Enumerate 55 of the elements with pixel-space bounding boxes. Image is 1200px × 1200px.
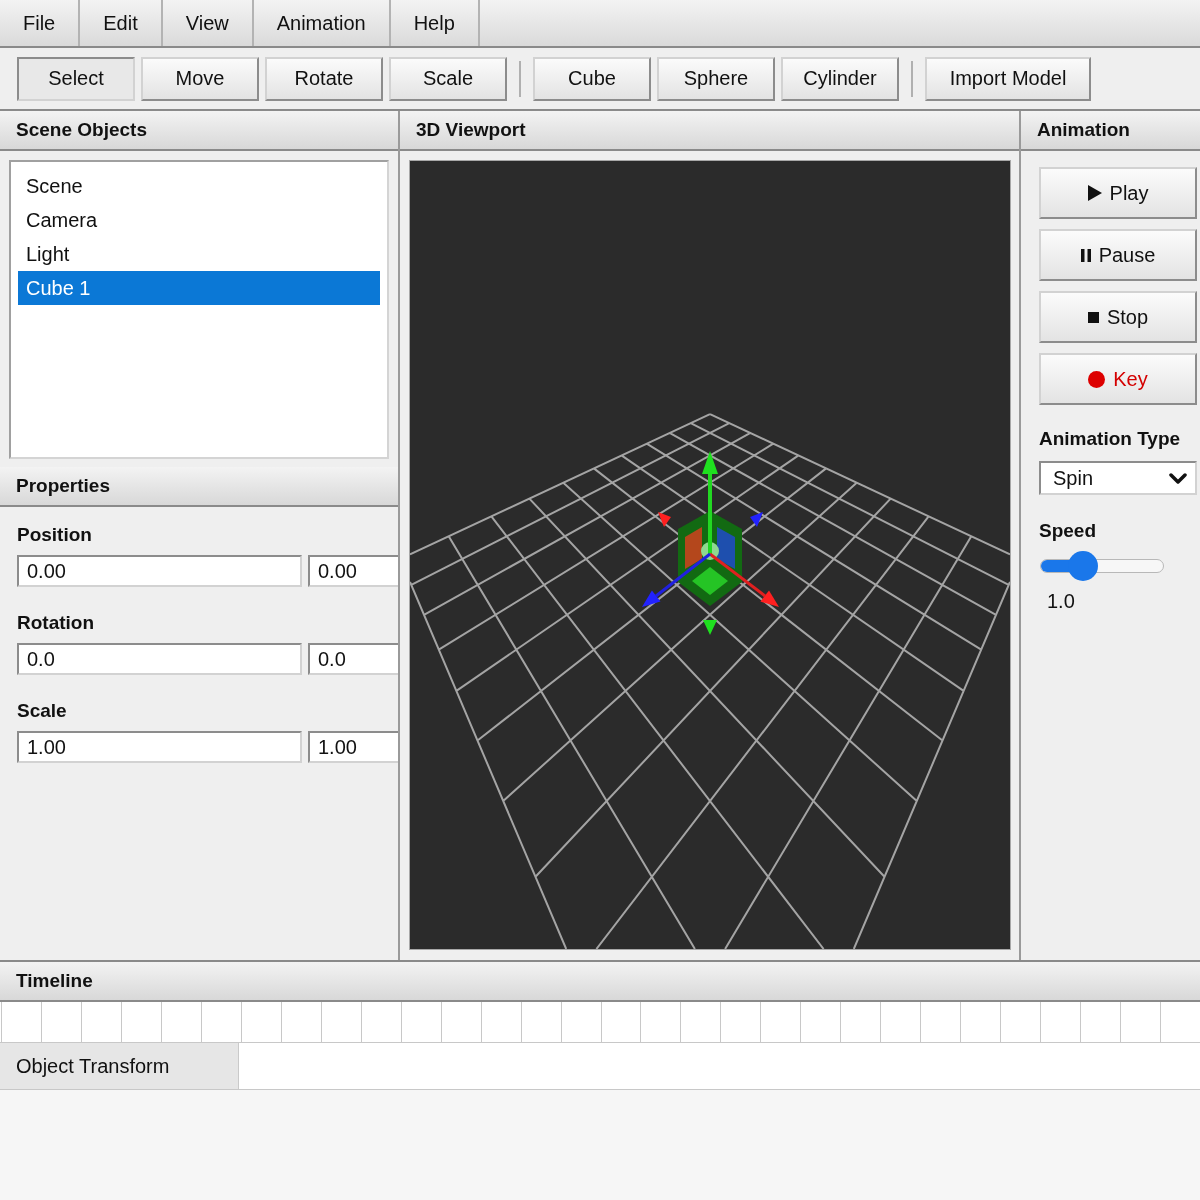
tool-button[interactable]: Scale <box>389 56 507 101</box>
play-icon <box>1087 185 1102 201</box>
axis-arrow[interactable] <box>709 552 779 607</box>
play-button[interactable]: Play <box>1039 167 1197 219</box>
tool-button[interactable]: Rotate <box>265 56 383 101</box>
create-button[interactable]: Sphere <box>657 56 775 101</box>
record-button[interactable]: Key <box>1039 353 1197 405</box>
panel-header: Timeline <box>0 960 1200 1002</box>
input-field[interactable]: 0.0 <box>17 643 302 675</box>
property-label: Rotation <box>17 611 96 635</box>
track-label: Object Transform <box>0 1043 239 1089</box>
field-label: Animation Type <box>1039 427 1182 451</box>
axis-handle-icon[interactable] <box>750 512 763 527</box>
speed-slider[interactable] <box>1040 551 1164 581</box>
property-label: Scale <box>17 699 68 723</box>
input-field[interactable]: 1.00 <box>17 731 302 763</box>
panel-header: Scene Objects <box>0 111 398 151</box>
create-button[interactable]: Cylinder <box>781 56 899 101</box>
field-label: Speed <box>1039 519 1098 543</box>
panel-header: Animation <box>1021 111 1200 151</box>
panel-header: Properties <box>0 467 398 507</box>
input-field[interactable]: 1.00 <box>308 731 398 763</box>
menu-item[interactable]: Edit <box>80 0 163 46</box>
speed-value: 1.0 <box>1046 589 1076 613</box>
stop-icon <box>1087 311 1099 323</box>
menu-item[interactable]: Animation <box>253 0 391 46</box>
menu-item[interactable]: View <box>162 0 254 46</box>
menu-item[interactable]: File <box>0 0 81 46</box>
scene-object-item[interactable]: Light <box>18 237 380 271</box>
input-field[interactable]: 0.0 <box>308 643 398 675</box>
record-icon <box>1088 370 1106 388</box>
slider-thumb[interactable] <box>1068 551 1099 581</box>
panel-header: 3D Viewport <box>400 111 1019 151</box>
scene-object-item[interactable]: Camera <box>18 203 380 237</box>
scene-object-item[interactable]: Scene <box>18 169 380 203</box>
scene-object-item[interactable]: Cube 1 <box>18 271 380 305</box>
import-model-button[interactable]: Import Model <box>925 56 1091 101</box>
menu-item[interactable]: Help <box>390 0 480 46</box>
axis-arrow[interactable] <box>702 451 718 554</box>
tool-button[interactable]: Move <box>141 56 259 101</box>
axis-arrow[interactable] <box>642 552 711 607</box>
property-label: Position <box>17 523 93 547</box>
input-field[interactable]: 0.00 <box>308 555 398 587</box>
input-field[interactable]: 0.00 <box>17 555 302 587</box>
chevron-down-icon <box>1169 472 1187 484</box>
create-button[interactable]: Cube <box>533 56 651 101</box>
pause-button[interactable]: Pause <box>1039 229 1197 281</box>
tool-button[interactable]: Select <box>17 56 135 101</box>
axis-handle-icon[interactable] <box>703 620 717 635</box>
cube-model[interactable] <box>678 511 742 606</box>
animation-type-select[interactable]: Spin <box>1039 461 1197 495</box>
pause-icon <box>1080 248 1091 262</box>
viewport-canvas[interactable] <box>409 160 1011 950</box>
stop-button[interactable]: Stop <box>1039 291 1197 343</box>
axis-handle-icon[interactable] <box>658 512 671 527</box>
